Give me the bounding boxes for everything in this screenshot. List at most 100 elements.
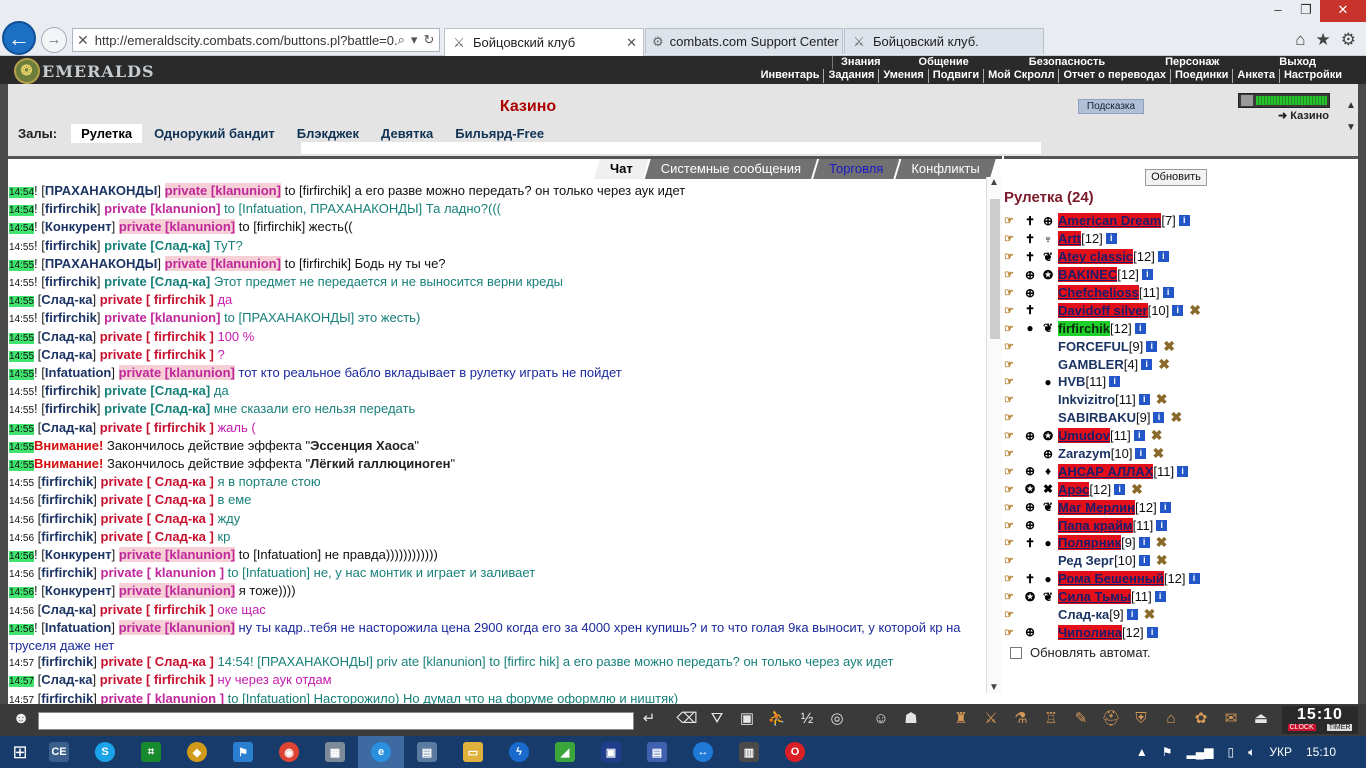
volume-icon[interactable]: 🔈︎ bbox=[1248, 745, 1255, 760]
auto-refresh-checkbox[interactable] bbox=[1010, 646, 1022, 659]
message-nick[interactable]: firfirchik bbox=[45, 274, 97, 289]
taskbar-app-skype[interactable]: S bbox=[82, 736, 128, 768]
message-nick[interactable]: firfirchik bbox=[45, 310, 97, 325]
taskbar-app-blue[interactable]: ⚑ bbox=[220, 736, 266, 768]
private-tag[interactable]: private [Слад-ка] bbox=[104, 401, 210, 416]
private-tag[interactable]: private [ klanunion ] bbox=[101, 565, 225, 580]
auto-refresh-option[interactable]: Обновлять автомат. bbox=[1010, 645, 1150, 660]
private-message-icon[interactable]: ☞ bbox=[1004, 393, 1022, 406]
private-message-icon[interactable]: ☞ bbox=[1004, 590, 1022, 603]
refresh-icon[interactable]: ↻ bbox=[423, 32, 434, 48]
player-name[interactable]: Atey classic bbox=[1058, 249, 1134, 265]
forward-button[interactable]: → bbox=[41, 27, 67, 53]
maximize-icon[interactable]: ❐ bbox=[1292, 0, 1320, 22]
player-name[interactable]: HVB bbox=[1058, 374, 1085, 389]
message-time[interactable]: 14:56 bbox=[9, 533, 34, 544]
taskbar-app-green[interactable]: ⌗ bbox=[128, 736, 174, 768]
player-name[interactable]: Слад-ка bbox=[1058, 607, 1109, 622]
taskbar-app-teamviewer[interactable]: ↔ bbox=[680, 736, 726, 768]
info-icon[interactable]: i bbox=[1138, 394, 1150, 406]
sword-icon[interactable]: ⚔ bbox=[978, 708, 1004, 732]
taskbar-app-explorer[interactable]: ▭ bbox=[450, 736, 496, 768]
menu-knowledge[interactable]: Знания bbox=[832, 56, 888, 69]
menu-fights[interactable]: Поединки bbox=[1169, 69, 1232, 83]
private-message-icon[interactable]: ☞ bbox=[1004, 501, 1022, 514]
info-icon[interactable]: i bbox=[1178, 215, 1190, 227]
message-nick[interactable]: Infatuation bbox=[45, 365, 111, 380]
player-name[interactable]: Рома Бешенный bbox=[1058, 571, 1164, 587]
hint-button[interactable]: Подсказка bbox=[1078, 99, 1144, 114]
tab-combats-2[interactable]: ⚔ Бойцовский клуб. bbox=[844, 28, 1044, 54]
scroll-thumb[interactable] bbox=[990, 199, 1000, 339]
info-icon[interactable]: i bbox=[1126, 609, 1138, 621]
message-time[interactable]: 14:54 bbox=[9, 205, 35, 217]
message-nick[interactable]: Слад-ка bbox=[41, 329, 92, 344]
private-tag[interactable]: private [klanunion] bbox=[104, 310, 220, 325]
info-icon[interactable]: i bbox=[1153, 412, 1165, 424]
private-message-icon[interactable]: ☞ bbox=[1004, 250, 1022, 263]
shield-icon[interactable]: ⛨ bbox=[1128, 708, 1154, 732]
player-name[interactable]: Арэс bbox=[1058, 481, 1090, 497]
signal-icon[interactable]: ▂▄▆ bbox=[1187, 745, 1214, 759]
message-time[interactable]: 14:55 bbox=[9, 296, 35, 308]
private-tag[interactable]: private [klanunion] bbox=[118, 583, 236, 599]
clan-icon[interactable]: ❦ bbox=[1038, 590, 1058, 604]
info-icon[interactable]: i bbox=[1146, 340, 1158, 352]
minimize-icon[interactable]: – bbox=[1264, 0, 1292, 22]
info-icon[interactable]: i bbox=[1188, 573, 1200, 585]
walk-icon[interactable]: ⛹ bbox=[764, 708, 790, 732]
windows-start-icon[interactable]: ⊞ bbox=[4, 736, 36, 768]
player-name[interactable]: Полярник bbox=[1058, 535, 1122, 551]
private-message-icon[interactable]: ☞ bbox=[1004, 608, 1022, 621]
info-icon[interactable]: i bbox=[1146, 626, 1158, 638]
dropdown-icon[interactable]: ▾ bbox=[411, 32, 418, 48]
private-message-icon[interactable]: ☞ bbox=[1004, 322, 1022, 335]
menu-chat[interactable]: Общение bbox=[889, 56, 999, 69]
private-message-icon[interactable]: ☞ bbox=[1004, 411, 1022, 424]
private-message-icon[interactable]: ☞ bbox=[1004, 554, 1022, 567]
menu-my-scroll[interactable]: Мой Скролл bbox=[983, 69, 1058, 83]
message-nick[interactable]: Слад-ка bbox=[41, 347, 92, 362]
clan-icon[interactable]: ⊕ bbox=[1038, 447, 1058, 461]
hall-billiards[interactable]: Бильярд-Free bbox=[445, 124, 554, 143]
clan-icon[interactable]: ● bbox=[1038, 572, 1058, 586]
message-time[interactable]: 14:55 bbox=[9, 259, 35, 271]
player-name[interactable]: Сила Тьмы bbox=[1058, 589, 1131, 605]
private-tag[interactable]: private [ Слад-ка ] bbox=[101, 529, 214, 544]
private-message-icon[interactable]: ☞ bbox=[1004, 626, 1022, 639]
private-tag[interactable]: private [Слад-ка] bbox=[104, 383, 210, 398]
private-tag[interactable]: private [ Слад-ка ] bbox=[101, 511, 214, 526]
system-clock[interactable]: 15:10 bbox=[1306, 745, 1336, 759]
info-icon[interactable]: i bbox=[1177, 465, 1189, 477]
message-nick[interactable]: Слад-ка bbox=[41, 420, 92, 435]
player-name[interactable]: SABIRBAKU bbox=[1058, 410, 1136, 425]
menu-exit[interactable]: Выход bbox=[1249, 56, 1346, 69]
eraser-icon[interactable]: ⌫ bbox=[674, 708, 700, 732]
message-time[interactable]: 14:56 bbox=[9, 515, 34, 526]
gift-icon[interactable]: ✿ bbox=[1188, 708, 1214, 732]
chat-input[interactable] bbox=[38, 712, 634, 730]
tab-chat[interactable]: Чат bbox=[594, 159, 649, 179]
menu-profile[interactable]: Анкета bbox=[1232, 69, 1279, 83]
menu-settings[interactable]: Настройки bbox=[1278, 69, 1346, 83]
message-nick[interactable]: firfirchik bbox=[45, 401, 97, 416]
message-time[interactable]: 14:56 bbox=[9, 623, 35, 635]
message-nick[interactable]: Слад-ка bbox=[41, 672, 92, 687]
private-tag[interactable]: private [ Слад-ка ] bbox=[101, 474, 214, 489]
message-time[interactable]: 14:55 bbox=[9, 423, 35, 435]
time-scale-icon[interactable]: ½ bbox=[794, 708, 820, 732]
back-button[interactable]: ← bbox=[2, 21, 36, 55]
scroll-down-icon[interactable]: ▼ bbox=[989, 682, 999, 693]
info-icon[interactable]: i bbox=[1172, 304, 1184, 316]
info-icon[interactable]: i bbox=[1105, 233, 1117, 245]
player-name[interactable]: Artt bbox=[1058, 231, 1082, 247]
message-time[interactable]: 14:56 bbox=[9, 569, 34, 580]
close-tab-icon[interactable]: ✕ bbox=[626, 35, 643, 51]
info-icon[interactable]: i bbox=[1141, 269, 1153, 281]
filter-icon[interactable]: ⛛ bbox=[704, 708, 730, 732]
message-time[interactable]: 14:56 bbox=[9, 496, 34, 507]
private-tag[interactable]: private [klanunion] bbox=[118, 219, 236, 235]
clan-icon[interactable]: ⊕ bbox=[1038, 214, 1058, 228]
home-icon[interactable]: ⌂ bbox=[1295, 30, 1305, 50]
private-tag[interactable]: private [ firfirchik ] bbox=[100, 329, 214, 344]
